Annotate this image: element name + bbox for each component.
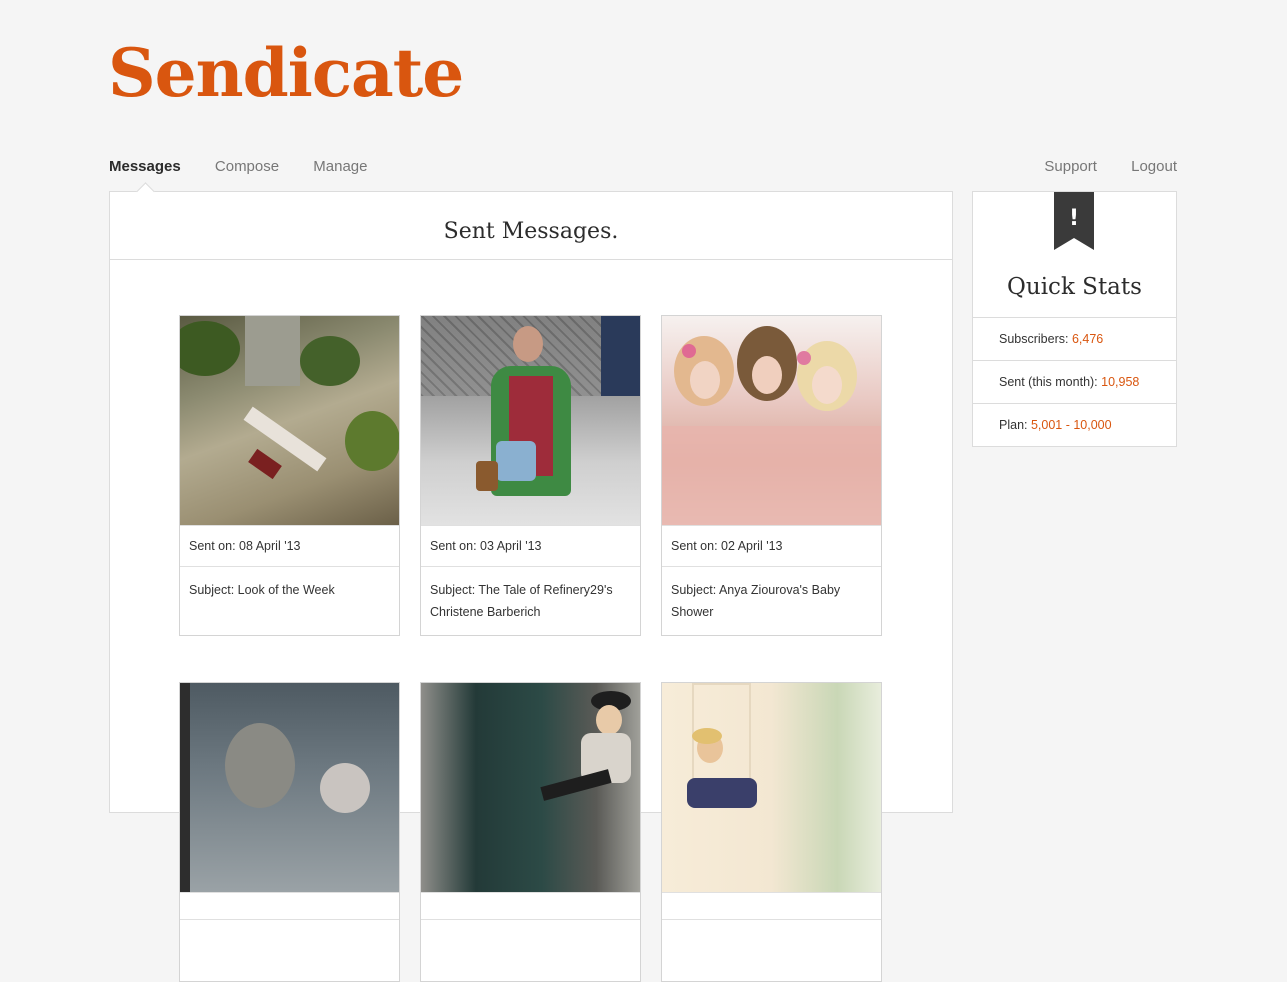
nav-compose[interactable]: Compose	[215, 158, 279, 175]
exclamation-ribbon-icon: !	[1054, 192, 1094, 250]
message-card[interactable]: Sent on: 08 April '13 Subject: Look of t…	[179, 315, 400, 636]
message-grid: Sent on: 08 April '13 Subject: Look of t…	[179, 315, 882, 982]
message-card[interactable]	[420, 682, 641, 982]
photo-rooftop[interactable]	[180, 316, 399, 525]
message-subject: Subject: Anya Ziourova's Baby Shower	[671, 583, 841, 619]
stats-list: Subscribers: 6,476 Sent (this month): 10…	[973, 317, 1176, 446]
stat-value: 6,476	[1071, 332, 1104, 346]
quick-stats-title: Quick Stats	[1007, 274, 1142, 300]
nav-support[interactable]: Support	[1044, 158, 1097, 175]
message-sent-date	[662, 892, 881, 920]
stat-label: Sent (this month):	[999, 375, 1102, 389]
message-card[interactable]	[179, 682, 400, 982]
message-card[interactable]	[661, 682, 882, 982]
sent-messages-panel: Sent Messages. Sent on: 08 April '13 Sub…	[109, 191, 953, 982]
stat-label: Plan:	[999, 418, 1031, 432]
brand-logo[interactable]: Sendicate	[108, 40, 464, 106]
nav-messages[interactable]: Messages	[109, 158, 181, 175]
nav-manage[interactable]: Manage	[313, 158, 367, 175]
message-sent-date: Sent on: 03 April '13	[421, 525, 640, 567]
message-sent-date: Sent on: 02 April '13	[662, 525, 881, 567]
message-card[interactable]: Sent on: 02 April '13 Subject: Anya Ziou…	[661, 315, 882, 636]
quick-stats-panel: ! Quick Stats Subscribers: 6,476 Sent (t…	[972, 191, 1177, 447]
nav-logout[interactable]: Logout	[1131, 158, 1177, 175]
message-sent-date	[421, 892, 640, 920]
stat-value: 10,958	[1101, 375, 1140, 389]
message-card[interactable]: Sent on: 03 April '13 Subject: The Tale …	[420, 315, 641, 636]
message-subject	[421, 920, 640, 981]
photo-doorway[interactable]	[662, 683, 881, 892]
photo-sitting-woman[interactable]	[421, 683, 640, 892]
stat-label: Subscribers:	[999, 332, 1072, 346]
main-nav: Messages Compose Manage	[109, 158, 397, 175]
panel-title: Sent Messages.	[110, 192, 952, 260]
message-sent-date: Sent on: 08 April '13	[180, 525, 399, 567]
stat-value: 5,001 - 10,000	[1030, 418, 1112, 432]
photo-street-style[interactable]	[421, 316, 640, 525]
ribbon-symbol: !	[1068, 206, 1080, 231]
stat-subscribers: Subscribers: 6,476	[973, 317, 1176, 360]
photo-three-women[interactable]	[662, 316, 881, 525]
message-subject: Subject: Look of the Week	[189, 583, 335, 597]
message-subject: Subject: The Tale of Refinery29's Christ…	[430, 583, 613, 619]
account-nav: Support Logout	[1014, 158, 1177, 175]
stat-sent-this-month: Sent (this month): 10,958	[973, 360, 1176, 403]
stat-plan: Plan: 5,001 - 10,000	[973, 403, 1176, 446]
message-sent-date	[180, 892, 399, 920]
photo-window-portrait[interactable]	[180, 683, 399, 892]
message-subject	[180, 920, 399, 981]
message-subject	[662, 920, 881, 981]
